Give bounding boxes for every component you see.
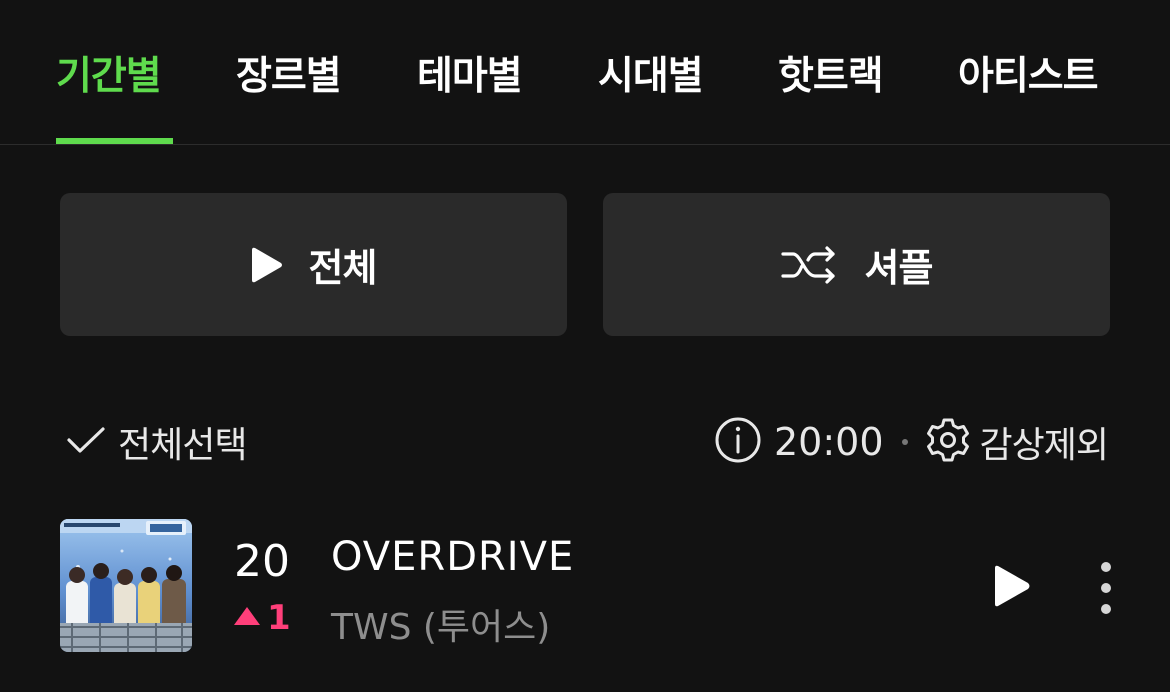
rank-up-icon — [233, 605, 261, 631]
exclude-label[interactable]: 감상제외 — [980, 416, 1109, 468]
track-title[interactable]: OVERDRIVE — [331, 534, 574, 580]
chart-page: 기간별 장르별 테마별 시대별 핫트랙 아티스트 전체 셔플 전체선택 20:0… — [0, 0, 1170, 692]
play-all-button[interactable]: 전체 — [60, 193, 567, 336]
more-options-button[interactable] — [1094, 562, 1118, 614]
track-artist[interactable]: TWS (투어스) — [331, 598, 550, 650]
chart-meta: 20:00 감상제외 — [714, 416, 1109, 468]
checkmark-icon — [66, 424, 106, 460]
play-all-label: 전체 — [308, 246, 378, 290]
track-rank: 20 — [234, 536, 290, 587]
play-icon — [251, 245, 285, 285]
shuffle-button[interactable]: 셔플 — [603, 193, 1110, 336]
shuffle-label: 셔플 — [864, 246, 934, 290]
tab-artist[interactable]: 아티스트 — [958, 52, 1099, 102]
tab-hottrack[interactable]: 핫트랙 — [778, 52, 884, 102]
info-icon[interactable] — [714, 416, 762, 468]
album-cover[interactable] — [60, 519, 192, 652]
more-dot — [1101, 583, 1111, 593]
separator-dot — [901, 439, 908, 445]
category-tabs: 기간별 장르별 테마별 시대별 핫트랙 아티스트 — [0, 0, 1170, 145]
gear-icon[interactable] — [924, 416, 972, 468]
tab-period[interactable]: 기간별 — [56, 52, 162, 102]
rank-change: 1 — [233, 598, 291, 638]
shuffle-icon — [780, 245, 837, 285]
tab-theme[interactable]: 테마별 — [417, 52, 523, 102]
select-all[interactable]: 전체선택 — [66, 416, 247, 468]
more-dot — [1101, 604, 1111, 614]
more-dot — [1101, 562, 1111, 572]
tab-genre[interactable]: 장르별 — [236, 52, 342, 102]
play-icon — [993, 565, 1033, 614]
update-time: 20:00 — [774, 420, 884, 464]
rank-change-value: 1 — [267, 598, 291, 638]
active-tab-indicator — [56, 138, 173, 144]
select-all-label: 전체선택 — [118, 425, 247, 466]
track-play-button[interactable] — [993, 562, 1033, 610]
tab-era[interactable]: 시대별 — [598, 52, 704, 102]
